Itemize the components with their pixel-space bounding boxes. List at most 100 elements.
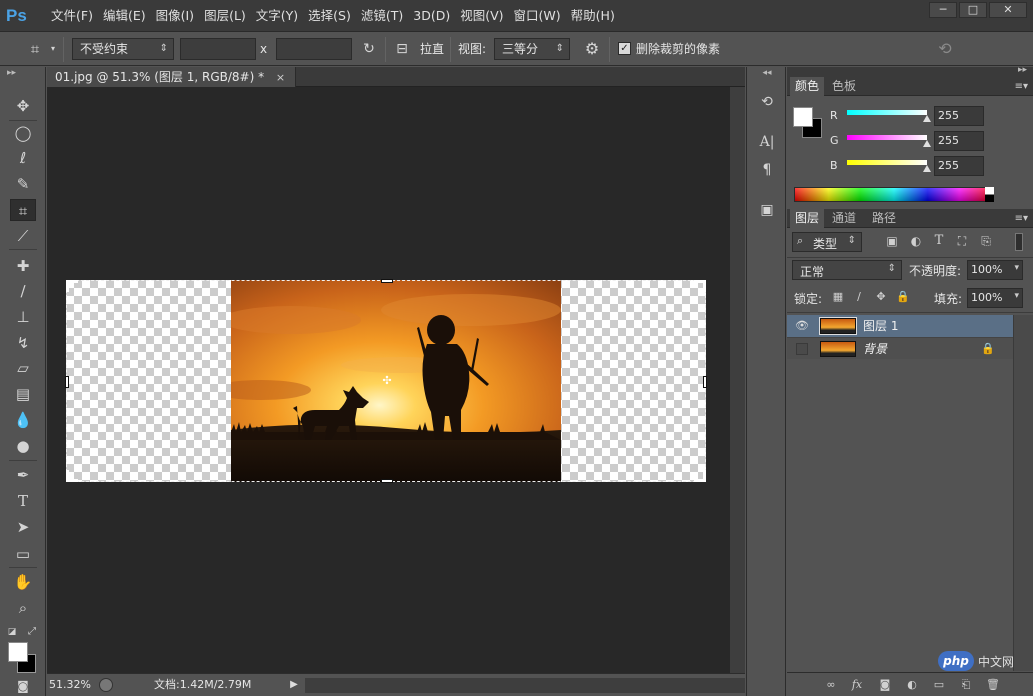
- dodge-tool-icon[interactable]: ●: [10, 435, 36, 457]
- new-layer-icon[interactable]: ⎗: [958, 677, 974, 693]
- color-panel-foreground-swatch[interactable]: [793, 107, 813, 127]
- lasso-tool-icon[interactable]: ℓ: [10, 147, 36, 169]
- vertical-scrollbar[interactable]: [730, 87, 745, 673]
- eraser-tool-icon[interactable]: ▱: [10, 357, 36, 379]
- eyedropper-tool-icon[interactable]: ⟋: [10, 225, 36, 247]
- black-white-swatch[interactable]: [985, 187, 994, 202]
- layer-row-layer1[interactable]: 👁 图层 1: [787, 315, 1013, 337]
- history-brush-tool-icon[interactable]: ↯: [10, 332, 36, 354]
- character-panel-icon[interactable]: A|: [755, 131, 779, 153]
- opacity-field[interactable]: 100% ▾: [967, 260, 1023, 280]
- panel-grip-icon[interactable]: ▸▸: [0, 67, 45, 79]
- horizontal-scrollbar[interactable]: [305, 678, 745, 693]
- new-group-icon[interactable]: ▭: [931, 677, 947, 693]
- panel-dock-collapse-icon[interactable]: ▸▸: [1018, 65, 1027, 75]
- zoom-level-field[interactable]: 51.32%: [49, 677, 93, 693]
- add-mask-icon[interactable]: ◙: [877, 677, 893, 693]
- status-info-icon[interactable]: [99, 678, 113, 692]
- fill-field[interactable]: 100% ▾: [967, 288, 1023, 308]
- opacity-arrow-icon[interactable]: ▾: [1014, 263, 1019, 273]
- menu-select[interactable]: 选择(S): [307, 0, 360, 32]
- filter-shape-layer-icon[interactable]: ⛶: [953, 234, 971, 250]
- minimize-button[interactable]: ─: [929, 2, 957, 18]
- healing-brush-tool-icon[interactable]: ✚: [10, 255, 36, 277]
- close-window-button[interactable]: ✕: [989, 2, 1027, 18]
- canvas[interactable]: [66, 280, 706, 482]
- layers-scrollbar[interactable]: [1013, 315, 1033, 671]
- quick-mask-icon[interactable]: ◙: [10, 675, 36, 696]
- g-slider-thumb[interactable]: [923, 140, 931, 147]
- menu-edit[interactable]: 编辑(E): [102, 0, 155, 32]
- fill-arrow-icon[interactable]: ▾: [1014, 291, 1019, 301]
- crop-tool-preset-icon[interactable]: ⌗: [24, 38, 46, 60]
- path-select-tool-icon[interactable]: ➤: [10, 516, 36, 538]
- swap-icon[interactable]: ↻: [358, 38, 380, 60]
- r-slider[interactable]: [847, 110, 927, 115]
- brush-tool-icon[interactable]: ∕: [10, 280, 36, 302]
- layer-filter-select[interactable]: ⌕ 类型 ⇕: [792, 232, 862, 252]
- marquee-tool-icon[interactable]: ◯: [10, 122, 36, 144]
- layer-row-background[interactable]: 背景 🔒: [787, 337, 1013, 359]
- quick-select-tool-icon[interactable]: ✎: [10, 173, 36, 195]
- r-slider-thumb[interactable]: [923, 115, 931, 122]
- filter-type-layer-icon[interactable]: T: [930, 233, 948, 249]
- blur-tool-icon[interactable]: 💧: [10, 409, 36, 431]
- gradient-tool-icon[interactable]: ▤: [10, 383, 36, 405]
- filter-smart-object-icon[interactable]: ⎘: [977, 234, 995, 250]
- lock-position-icon[interactable]: ✥: [874, 290, 888, 304]
- tab-layers[interactable]: 图层: [790, 209, 825, 228]
- menu-filter[interactable]: 滤镜(T): [360, 0, 412, 32]
- move-tool-icon[interactable]: ✥: [10, 95, 36, 117]
- layer-visibility-toggle-empty[interactable]: [796, 343, 808, 355]
- menu-view[interactable]: 视图(V): [459, 0, 512, 32]
- menu-file[interactable]: 文件(F): [50, 0, 102, 32]
- straighten-label[interactable]: 拉直: [420, 38, 444, 60]
- delete-layer-icon[interactable]: 🗑: [985, 677, 1001, 693]
- crop-tool-icon[interactable]: ⌗: [10, 199, 36, 221]
- b-value-field[interactable]: 255: [934, 156, 984, 176]
- g-value-field[interactable]: 255: [934, 131, 984, 151]
- menu-layer[interactable]: 图层(L): [203, 0, 255, 32]
- lock-image-icon[interactable]: ∕: [852, 290, 866, 304]
- properties-panel-icon[interactable]: ▣: [755, 199, 779, 221]
- straighten-icon[interactable]: ⊟: [392, 38, 412, 60]
- b-slider-thumb[interactable]: [923, 165, 931, 172]
- history-panel-icon[interactable]: ⟲: [755, 91, 779, 113]
- lock-transparent-icon[interactable]: ▦: [831, 290, 845, 304]
- shape-tool-icon[interactable]: ▭: [10, 543, 36, 565]
- layer-style-fx-icon[interactable]: fx: [849, 677, 865, 693]
- filter-toggle-switch[interactable]: [1015, 233, 1023, 251]
- tab-paths[interactable]: 路径: [867, 209, 901, 228]
- gear-icon[interactable]: ⚙: [581, 38, 603, 60]
- color-spectrum-bar[interactable]: [794, 187, 994, 202]
- menu-help[interactable]: 帮助(H): [570, 0, 624, 32]
- swap-colors-icon[interactable]: ⤢: [26, 621, 38, 643]
- g-slider[interactable]: [847, 135, 927, 140]
- link-layers-icon[interactable]: ∞: [823, 677, 839, 693]
- lock-all-icon[interactable]: 🔒: [896, 290, 910, 304]
- tab-color[interactable]: 颜色: [790, 77, 825, 96]
- r-value-field[interactable]: 255: [934, 106, 984, 126]
- filter-adjustment-layer-icon[interactable]: ◐: [907, 234, 925, 250]
- foreground-color-swatch[interactable]: [8, 642, 28, 662]
- preset-arrow-icon[interactable]: ▾: [48, 38, 58, 60]
- adjustment-layer-icon[interactable]: ◐: [904, 677, 920, 693]
- layer-name[interactable]: 背景: [863, 341, 887, 357]
- height-field[interactable]: [276, 38, 352, 60]
- collapse-arrows-icon[interactable]: ◂◂: [747, 67, 787, 79]
- maximize-button[interactable]: □: [959, 2, 987, 18]
- filter-pixel-layer-icon[interactable]: ▣: [883, 234, 901, 250]
- width-field[interactable]: [180, 38, 256, 60]
- layer-name[interactable]: 图层 1: [863, 318, 898, 334]
- color-panel-menu-icon[interactable]: ≡▾: [1015, 77, 1028, 96]
- tab-swatches[interactable]: 色板: [827, 77, 861, 96]
- cancel-crop-icon[interactable]: ⟲: [934, 38, 956, 60]
- pen-tool-icon[interactable]: ✒: [10, 464, 36, 486]
- document-tab[interactable]: 01.jpg @ 51.3% (图层 1, RGB/8#) * ×: [47, 67, 297, 87]
- b-slider[interactable]: [847, 160, 927, 165]
- menu-image[interactable]: 图像(I): [155, 0, 203, 32]
- layer-visibility-eye-icon[interactable]: 👁: [795, 319, 809, 333]
- menu-window[interactable]: 窗口(W): [513, 0, 570, 32]
- clone-stamp-tool-icon[interactable]: ⊥: [10, 306, 36, 328]
- tab-channels[interactable]: 通道: [827, 209, 861, 228]
